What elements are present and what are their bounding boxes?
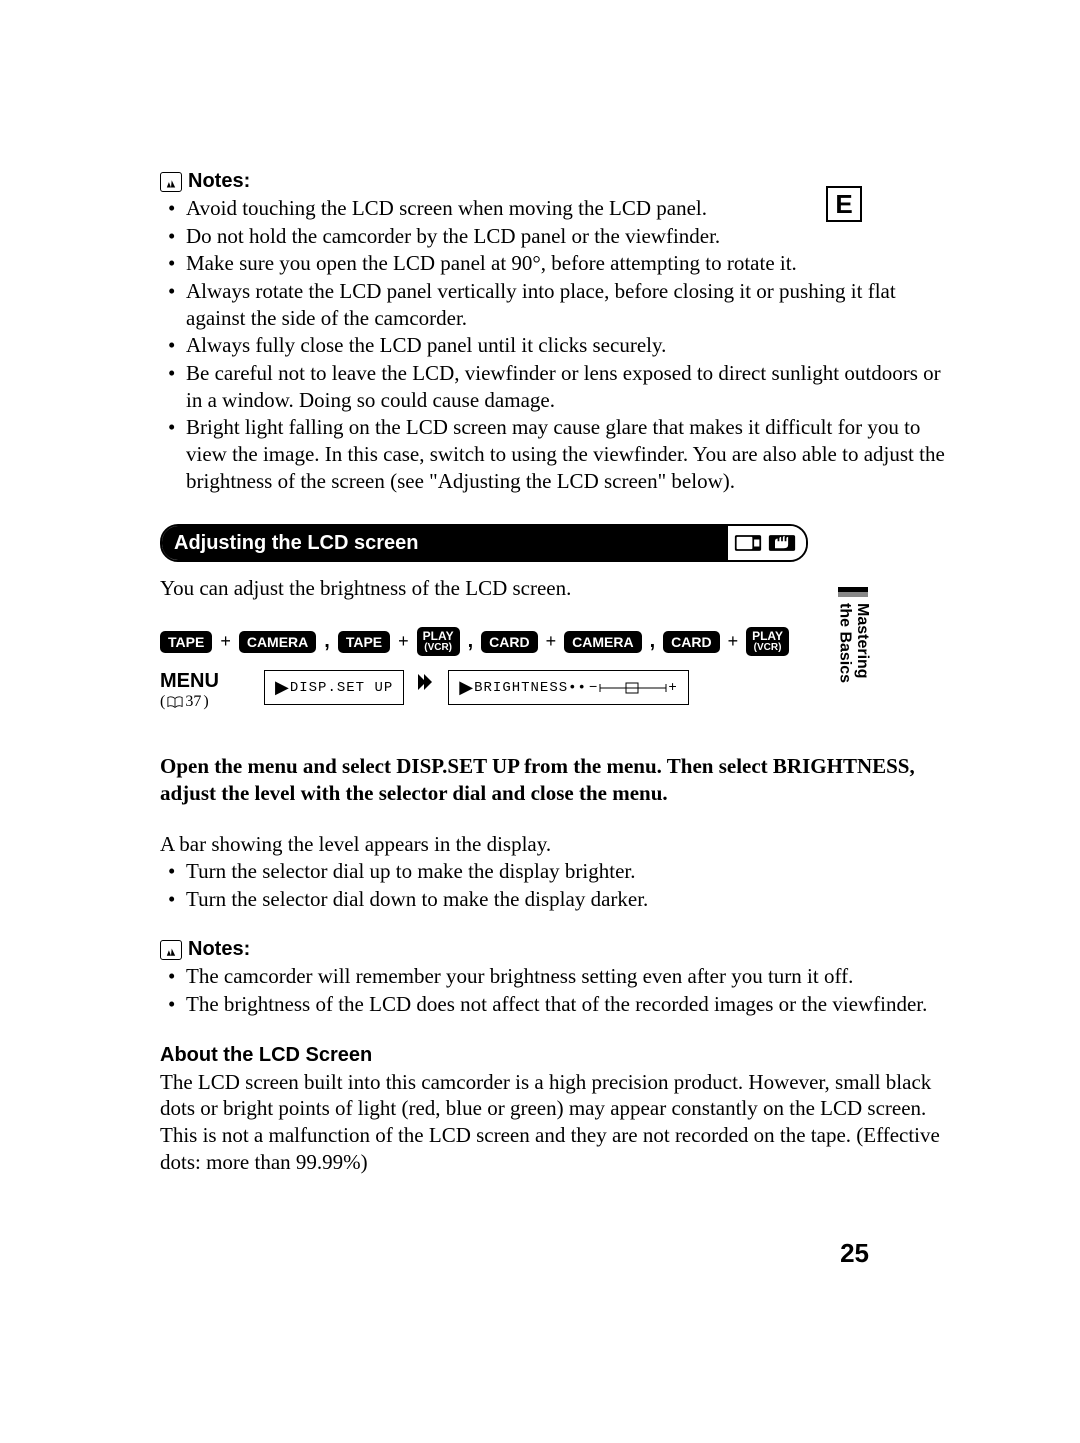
notes-icon bbox=[160, 940, 182, 960]
hand-icon bbox=[768, 532, 796, 554]
vcr-sub-label: (VCR) bbox=[752, 643, 783, 654]
section-icons bbox=[728, 526, 806, 560]
tape-tag: TAPE bbox=[338, 631, 390, 653]
chapter-tab-text: Mastering the Basics bbox=[836, 603, 871, 683]
camera-tag: CAMERA bbox=[564, 631, 641, 653]
menu-label-block: MENU ( 37 ) bbox=[160, 670, 250, 711]
minus-label: − bbox=[589, 680, 598, 696]
list-item: Turn the selector dial up to make the di… bbox=[168, 858, 960, 885]
play-vcr-tag: PLAY (VCR) bbox=[746, 627, 789, 656]
notes-list-1: Avoid touching the LCD screen when movin… bbox=[160, 195, 960, 494]
card-tag: CARD bbox=[481, 631, 537, 653]
list-item: Be careful not to leave the LCD, viewfin… bbox=[168, 360, 960, 413]
triangle-right-icon: ▶ bbox=[459, 677, 474, 698]
comma: , bbox=[324, 630, 330, 653]
list-item: Turn the selector dial down to make the … bbox=[168, 886, 960, 913]
ref-page: 37 bbox=[185, 693, 201, 711]
list-item: The brightness of the LCD does not affec… bbox=[168, 991, 960, 1018]
about-text: The LCD screen built into this camcorder… bbox=[160, 1069, 960, 1177]
list-item: Do not hold the camcorder by the LCD pan… bbox=[168, 223, 960, 250]
play-vcr-tag: PLAY (VCR) bbox=[417, 627, 460, 656]
slider-svg bbox=[598, 682, 668, 694]
card-tag: CARD bbox=[663, 631, 719, 653]
list-item: Always rotate the LCD panel vertically i… bbox=[168, 278, 960, 331]
plus-label: + bbox=[668, 680, 677, 696]
comma: , bbox=[650, 630, 656, 653]
double-arrow-icon bbox=[418, 670, 434, 694]
camera-tag: CAMERA bbox=[239, 631, 316, 653]
manual-page: E Notes: Avoid touching the LCD screen w… bbox=[0, 0, 1080, 1176]
notes-list-2: The camcorder will remember your brightn… bbox=[160, 963, 960, 1017]
notes-icon bbox=[160, 172, 182, 192]
list-item: The camcorder will remember your brightn… bbox=[168, 963, 960, 990]
ref-suffix: ) bbox=[203, 693, 208, 711]
menu-step-1: ▶ DISP.SET UP bbox=[264, 670, 404, 705]
chapter-tab-label: Mastering the Basics bbox=[836, 603, 871, 683]
body-text: A bar showing the level appears in the d… bbox=[160, 831, 960, 858]
plus-icon: + bbox=[728, 631, 739, 652]
camera-icon bbox=[734, 532, 762, 554]
list-item: Avoid touching the LCD screen when movin… bbox=[168, 195, 960, 222]
list-item: Always fully close the LCD panel until i… bbox=[168, 332, 960, 359]
triangle-right-icon: ▶ bbox=[275, 677, 290, 698]
menu-step-2-label: BRIGHTNESS•• bbox=[474, 680, 587, 696]
page-number: 25 bbox=[840, 1238, 869, 1269]
notes-label: Notes: bbox=[188, 938, 250, 961]
vcr-sub-label: (VCR) bbox=[423, 643, 454, 654]
sub-bullets: Turn the selector dial up to make the di… bbox=[160, 858, 960, 912]
plus-icon: + bbox=[546, 631, 557, 652]
notes-label: Notes: bbox=[188, 170, 250, 193]
menu-label: MENU bbox=[160, 670, 250, 693]
brightness-slider-icon: − + bbox=[589, 680, 678, 696]
menu-step-2: ▶ BRIGHTNESS•• − + bbox=[448, 670, 688, 705]
tab-divider-icon bbox=[838, 587, 868, 597]
list-item: Make sure you open the LCD panel at 90°,… bbox=[168, 250, 960, 277]
chapter-tab: Mastering the Basics bbox=[836, 587, 871, 683]
tape-tag: TAPE bbox=[160, 631, 212, 653]
section-heading-bar: Adjusting the LCD screen bbox=[160, 524, 808, 562]
instruction-text: Open the menu and select DISP.SET UP fro… bbox=[160, 753, 960, 807]
notes-heading: Notes: bbox=[160, 938, 960, 961]
comma: , bbox=[468, 630, 474, 653]
plus-icon: + bbox=[398, 631, 409, 652]
list-item: Bright light falling on the LCD screen m… bbox=[168, 414, 960, 494]
section-title: Adjusting the LCD screen bbox=[162, 526, 728, 560]
book-icon bbox=[167, 696, 183, 708]
menu-page-ref: ( 37 ) bbox=[160, 693, 250, 711]
about-heading: About the LCD Screen bbox=[160, 1044, 960, 1067]
menu-step-1-label: DISP.SET UP bbox=[290, 680, 393, 696]
plus-icon: + bbox=[220, 631, 231, 652]
ref-prefix: ( bbox=[160, 693, 165, 711]
